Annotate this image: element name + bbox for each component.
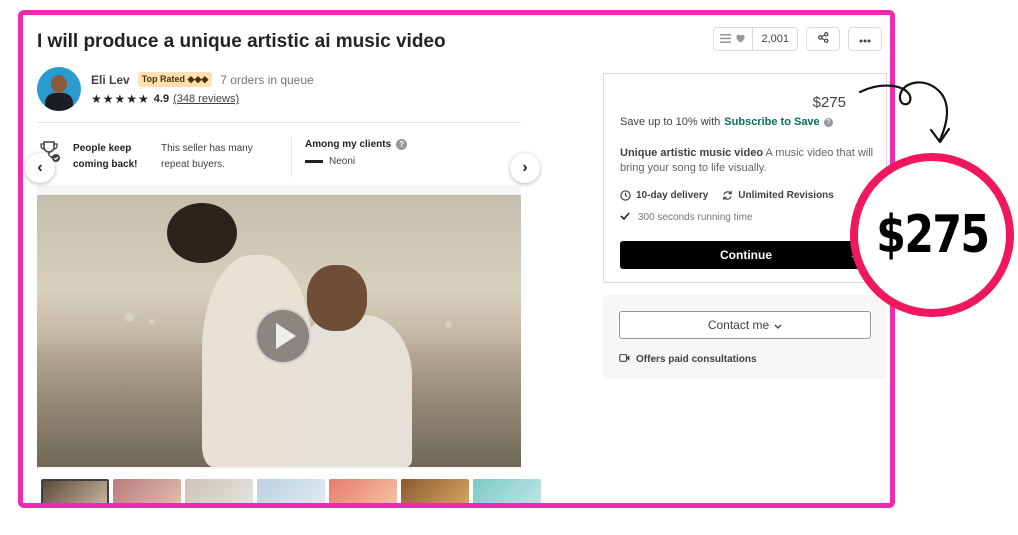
package-features: 10-day delivery Unlimited Revisions <box>620 190 834 201</box>
package-panel: $275 Save up to 10% with Subscribe to Sa… <box>603 73 887 283</box>
play-icon <box>275 323 296 349</box>
contact-panel: Contact me Offers paid consultations <box>603 295 887 379</box>
package-description: Unique artistic music video A music vide… <box>620 146 874 176</box>
gig-gallery <box>37 185 521 469</box>
top-actions: 2,001 <box>713 27 882 51</box>
divider <box>291 137 292 177</box>
clients-section: Among my clients ? Neoni <box>305 139 408 167</box>
heart-icon[interactable] <box>735 32 746 46</box>
continue-button[interactable]: Continue → <box>620 241 872 269</box>
stat-title: People keep coming back! <box>73 143 138 170</box>
client-name: Neoni <box>329 156 356 167</box>
chevron-right-icon: › <box>522 159 528 176</box>
previous-arrow-button[interactable]: ‹ <box>25 153 55 183</box>
revisions: Unlimited Revisions <box>738 190 834 201</box>
contact-me-button[interactable]: Contact me <box>619 311 871 339</box>
price-highlight: $275 <box>875 205 990 265</box>
video-icon <box>619 354 630 365</box>
refresh-icon <box>722 190 733 201</box>
gig-title: I will produce a unique artistic ai musi… <box>37 31 446 52</box>
chevron-left-icon: ‹ <box>37 159 43 176</box>
star-rating-icon: ★★★★★ <box>91 92 150 106</box>
thumbnail[interactable] <box>329 479 397 503</box>
subscribe-save-row: Save up to 10% with Subscribe to Save ? <box>620 116 833 128</box>
thumbnail[interactable] <box>257 479 325 503</box>
seller-name[interactable]: Eli Lev <box>91 73 130 87</box>
price-highlight-circle: $275 <box>850 153 1014 317</box>
continue-label: Continue <box>720 248 772 262</box>
help-icon[interactable]: ? <box>823 117 833 127</box>
subscribe-to-save-link[interactable]: Subscribe to Save <box>724 116 819 128</box>
thumbnail[interactable] <box>401 479 469 503</box>
save-text: Save up to 10% with <box>620 116 721 128</box>
share-icon <box>817 32 829 46</box>
top-rated-badge: Top Rated ◆◆◆ <box>137 72 213 87</box>
clients-title: Among my clients <box>305 139 392 150</box>
client-logo <box>305 160 323 163</box>
chevron-down-icon <box>774 318 782 332</box>
thumbnail-strip <box>41 479 541 503</box>
orders-queue: 7 orders in queue <box>220 72 314 87</box>
thumbnail[interactable] <box>113 479 181 503</box>
avatar[interactable] <box>37 67 81 111</box>
next-arrow-button[interactable]: › <box>510 153 540 183</box>
collections-count: 2,001 <box>752 28 797 50</box>
divider <box>37 122 521 123</box>
stat-description: This seller has many repeat buyers. <box>161 143 253 170</box>
list-icon <box>720 32 732 46</box>
collections-control[interactable]: 2,001 <box>713 27 798 51</box>
paid-consultations: Offers paid consultations <box>619 354 757 365</box>
package-price: $275 <box>812 94 846 111</box>
more-options-button[interactable] <box>848 27 882 51</box>
play-button[interactable] <box>255 308 311 364</box>
rating-score: 4.9 <box>153 93 170 105</box>
share-button[interactable] <box>806 27 840 51</box>
contact-label: Contact me <box>707 318 770 332</box>
reviews-link[interactable]: (348 reviews) <box>173 93 239 105</box>
check-icon <box>620 212 630 223</box>
seller-overview: Eli Lev Top Rated ◆◆◆ 7 orders in queue … <box>37 67 314 111</box>
more-icon <box>859 32 871 46</box>
package-title: Unique artistic music video <box>620 147 764 159</box>
delivery-time: 10-day delivery <box>636 190 709 201</box>
thumbnail[interactable] <box>185 479 253 503</box>
gig-video[interactable] <box>37 195 521 467</box>
thumbnail[interactable] <box>41 479 109 503</box>
seller-stats: People keep coming back! This seller has… <box>37 137 521 177</box>
thumbnail[interactable] <box>473 479 541 503</box>
curved-arrow-icon <box>858 81 951 144</box>
clock-icon <box>620 190 631 201</box>
gig-page-frame: I will produce a unique artistic ai musi… <box>18 10 895 508</box>
consult-text: Offers paid consultations <box>636 354 757 365</box>
help-icon[interactable]: ? <box>396 139 408 150</box>
running-time: 300 seconds running time <box>638 212 753 223</box>
package-feature-item: 300 seconds running time <box>620 212 753 223</box>
